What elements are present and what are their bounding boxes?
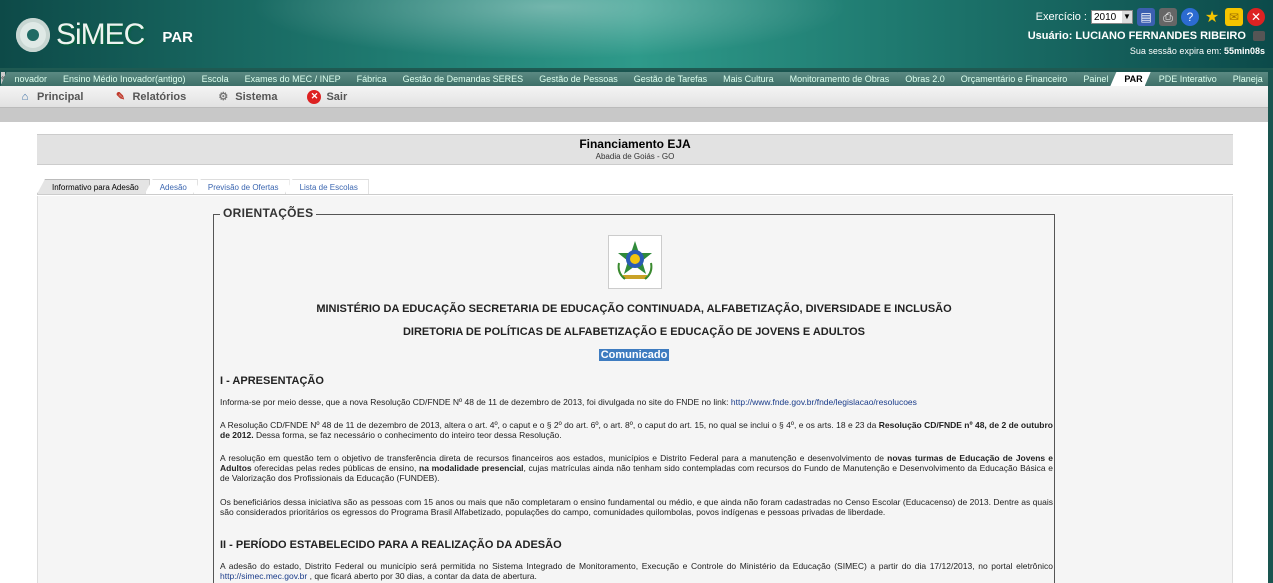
module-tab-obras[interactable]: Obras 2.0 [891,72,953,86]
year-select[interactable]: 2010 ▼ [1091,10,1133,24]
star-icon[interactable]: ★ [1203,8,1221,26]
tab-informativo[interactable]: Informativo para Adesão [37,179,150,194]
module-tab-exames[interactable]: Exames do MEC / INEP [230,72,349,86]
simec-link[interactable]: http://simec.mec.gov.br [220,571,307,581]
content-tabs: Informativo para Adesão Adesão Previsão … [37,178,1233,195]
fnde-link[interactable]: http://www.fnde.gov.br/fnde/legislacao/r… [731,397,917,407]
module-tab-gestao-demandas[interactable]: Gestão de Demandas SERES [388,72,532,86]
divider-bar [0,108,1273,122]
ministry-heading: MINISTÉRIO DA EDUCAÇÃO SECRETARIA DE EDU… [316,303,952,315]
module-name: PAR [162,28,193,46]
session-label: Sua sessão expira em: [1129,46,1222,56]
p3-c: oferecidas pelas redes públicas de ensin… [254,463,417,473]
module-tab-ensino-medio[interactable]: Ensino Médio Inovador(antigo) [48,72,194,86]
tab-adesao[interactable]: Adesão [144,179,198,194]
paragraph-1: Informa-se por meio desse, que a nova Re… [220,397,1053,407]
year-select-value: 2010 [1094,11,1117,23]
menu-label-relatorios: Relatórios [132,90,187,103]
menu-item-sistema[interactable]: ⚙ Sistema [216,90,277,104]
comunicado-label: Comunicado [598,349,670,361]
module-tab-planeja[interactable]: Planeja [1218,72,1271,86]
module-tab-gestao-pessoas[interactable]: Gestão de Pessoas [525,72,626,86]
user-row: Usuário: LUCIANO FERNANDES RIBEIRO [1028,30,1265,42]
menu-item-principal[interactable]: ⌂ Principal [18,90,84,104]
module-tab-gestao-tarefas[interactable]: Gestão de Tarefas [619,72,716,86]
right-edge-bar [1268,70,1273,583]
orientacoes-fieldset: ORIENTAÇÕES MINISTÉRIO DA EDUCAÇÃO SECRE… [213,206,1055,583]
module-tab-orcamentario[interactable]: Orçamentário e Financeiro [946,72,1076,86]
home-icon: ⌂ [21,90,29,103]
report-icon: ✎ [115,91,126,103]
p5-text: A adesão do estado, Distrito Federal ou … [220,561,1053,571]
page-title: Financiamento EJA [579,137,691,151]
module-tab-novador[interactable]: novador [0,72,55,86]
exit-icon: ✕ [307,89,322,104]
paragraph-5: A adesão do estado, Distrito Federal ou … [220,561,1053,581]
module-tab-painel[interactable]: Painel [1069,72,1117,86]
printer-icon[interactable]: ⎙ [1159,8,1177,26]
mail-icon[interactable]: ✉ [1225,8,1243,26]
p3-a: A resolução em questão tem o objetivo de… [220,453,884,463]
p5-tail: , que ficará aberto por 30 dias, a conta… [309,571,537,581]
chevron-down-icon: ▼ [1122,11,1132,23]
module-tab-pde[interactable]: PDE Interativo [1144,72,1225,86]
title-block: Financiamento EJA Abadia de Goiás - GO [37,134,1233,165]
paragraph-3: A resolução em questão tem o objetivo de… [220,453,1053,483]
p2-text: A Resolução CD/FNDE Nº 48 de 11 de dezem… [220,420,877,430]
logo[interactable]: SiMEC PAR [16,18,193,52]
main-page: Financiamento EJA Abadia de Goiás - GO I… [0,122,1268,583]
menu-item-relatorios[interactable]: ✎ Relatórios [113,90,186,104]
gear-logo-icon [16,18,50,52]
app-header: SiMEC PAR Exercício : 2010 ▼ ▤ ⎙ ? ★ ✉ ✕… [0,0,1273,68]
exercise-label: Exercício : [1035,11,1087,23]
user-group-icon[interactable] [1253,31,1265,42]
menu-label-sair: Sair [326,90,348,103]
brazil-coat-of-arms-icon [608,235,662,289]
header-user-panel: Exercício : 2010 ▼ ▤ ⎙ ? ★ ✉ ✕ Usuário: … [1028,8,1265,56]
session-time: 55min08s [1223,46,1265,56]
exercise-row: Exercício : 2010 ▼ ▤ ⎙ ? ★ ✉ ✕ [1028,8,1265,26]
header-wave-decoration [200,0,900,68]
brand-name: SiMEC [56,18,145,51]
module-tab-par[interactable]: PAR [1110,72,1151,86]
menu-label-sistema: Sistema [235,90,278,103]
module-tab-monitoramento[interactable]: Monitoramento de Obras [775,72,898,86]
p2-tail: Dessa forma, se faz necessário o conheci… [255,430,562,440]
session-row: Sua sessão expira em: 55min08s [1028,46,1265,56]
p1-text: Informa-se por meio desse, que a nova Re… [220,397,729,407]
menu-item-sair[interactable]: ✕ Sair [307,89,348,104]
paragraph-4: Os beneficiários dessa iniciativa são as… [220,497,1053,517]
tab-content: ORIENTAÇÕES MINISTÉRIO DA EDUCAÇÃO SECRE… [37,196,1233,583]
module-tab-escola[interactable]: Escola [187,72,237,86]
module-tabs: « novador Ensino Médio Inovador(antigo) … [0,70,1273,86]
chart-icon[interactable]: ▤ [1137,8,1155,26]
p3-d: na modalidade presencial [419,463,524,473]
directorate-heading: DIRETORIA DE POLÍTICAS DE ALFABETIZAÇÃO … [402,326,866,338]
menu-label-principal: Principal [37,90,84,103]
help-icon[interactable]: ? [1181,8,1199,26]
module-tab-fabrica[interactable]: Fábrica [342,72,395,86]
settings-icon: ⚙ [218,91,229,103]
user-name: LUCIANO FERNANDES RIBEIRO [1075,30,1246,42]
menu-bar: ⌂ Principal ✎ Relatórios ⚙ Sistema ✕ Sai… [0,86,1273,108]
fieldset-legend: ORIENTAÇÕES [220,206,317,220]
user-label: Usuário: [1027,30,1073,42]
paragraph-2: A Resolução CD/FNDE Nº 48 de 11 de dezem… [220,420,1053,440]
close-icon[interactable]: ✕ [1247,8,1265,26]
module-tab-mais-cultura[interactable]: Mais Cultura [709,72,782,86]
section-apresentacao-title: I - APRESENTAÇÃO [220,375,324,387]
tab-previsao-ofertas[interactable]: Previsão de Ofertas [192,179,290,194]
page-subtitle: Abadia de Goiás - GO [595,152,675,161]
tab-lista-escolas[interactable]: Lista de Escolas [284,179,369,194]
section-periodo-title: II - PERÍODO ESTABELECIDO PARA A REALIZA… [220,539,562,551]
